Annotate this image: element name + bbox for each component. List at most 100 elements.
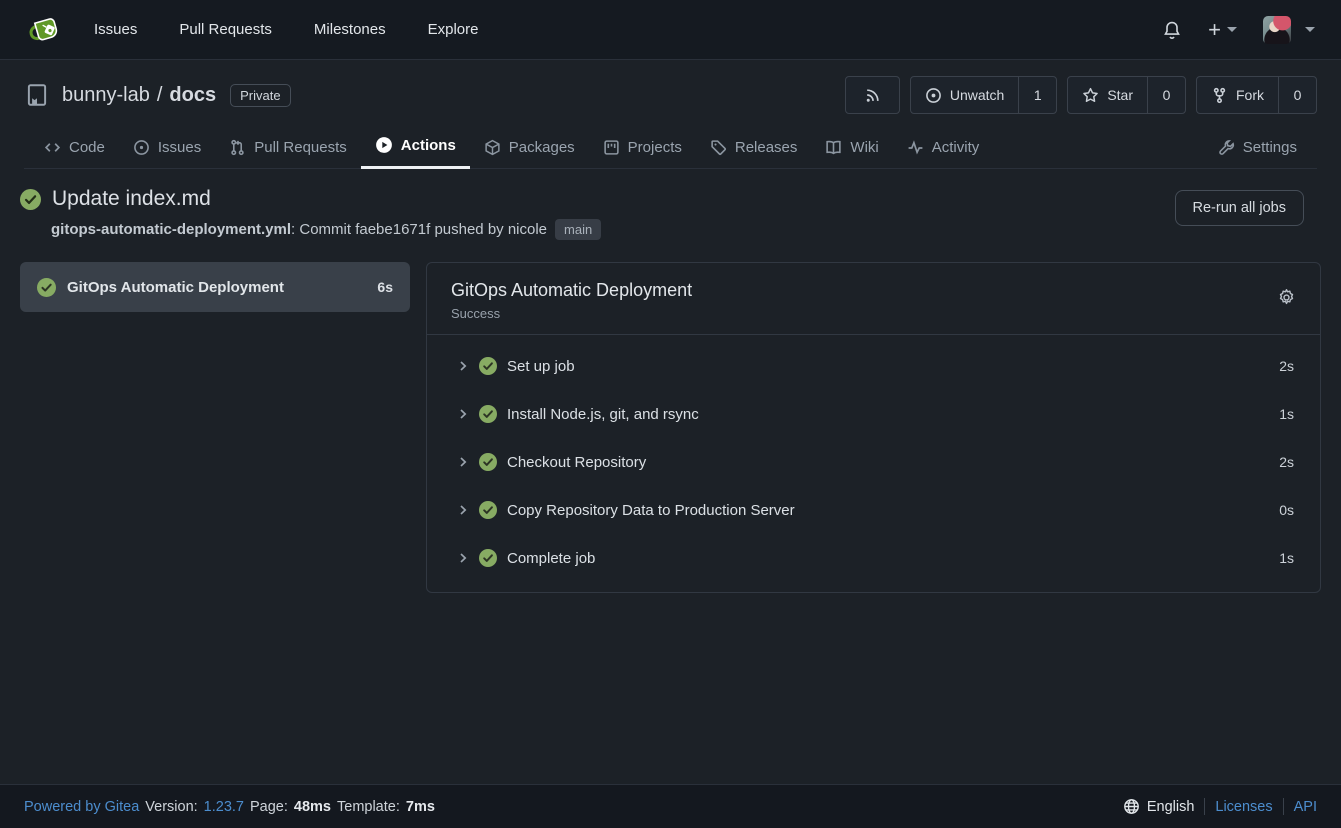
run-subtitle: gitops-automatic-deployment.yml : Commit…	[51, 219, 1321, 240]
top-navbar: Issues Pull Requests Milestones Explore …	[0, 0, 1341, 60]
version-link[interactable]: 1.23.7	[204, 799, 244, 815]
rerun-all-jobs-button[interactable]: Re-run all jobs	[1175, 190, 1305, 226]
step-success-check-icon	[479, 501, 497, 519]
watch-label: Unwatch	[950, 87, 1004, 103]
step-success-check-icon	[479, 453, 497, 471]
watch-button[interactable]: Unwatch 1	[910, 76, 1057, 114]
step-success-check-icon	[479, 405, 497, 423]
main-content: Update index.md gitops-automatic-deploym…	[0, 169, 1341, 784]
tag-icon	[710, 139, 727, 156]
fork-count[interactable]: 0	[1278, 77, 1316, 113]
plus-icon: +	[1208, 19, 1221, 41]
star-label: Star	[1107, 87, 1133, 103]
chevron-right-icon[interactable]	[457, 456, 469, 468]
breadcrumb-separator: /	[157, 84, 163, 107]
step-row[interactable]: Set up job 2s	[427, 342, 1320, 390]
step-duration: 0s	[1279, 502, 1294, 518]
fork-button[interactable]: Fork 0	[1196, 76, 1317, 114]
wrench-icon	[1218, 139, 1235, 156]
breadcrumb: bunny-lab / docs	[62, 84, 216, 107]
job-status-text: Success	[451, 306, 1296, 321]
licenses-link[interactable]: Licenses	[1215, 799, 1272, 815]
nav-link-milestones[interactable]: Milestones	[314, 21, 386, 38]
play-circle-icon	[375, 136, 393, 154]
step-name: Copy Repository Data to Production Serve…	[507, 502, 795, 519]
api-link[interactable]: API	[1294, 799, 1317, 815]
eye-icon	[925, 87, 942, 104]
language-label: English	[1147, 799, 1195, 815]
issue-opened-icon	[133, 139, 150, 156]
user-avatar[interactable]	[1263, 16, 1291, 44]
git-pull-request-icon	[229, 139, 246, 156]
tab-wiki[interactable]: Wiki	[811, 129, 892, 168]
page-time-value: 48ms	[294, 799, 331, 815]
repo-owner-link[interactable]: bunny-lab	[62, 84, 150, 107]
step-duration: 2s	[1279, 454, 1294, 470]
gitea-logo-icon[interactable]	[26, 12, 62, 48]
chevron-right-icon[interactable]	[457, 360, 469, 372]
tab-activity[interactable]: Activity	[893, 129, 994, 168]
rss-icon	[864, 87, 881, 104]
chevron-down-icon	[1305, 27, 1315, 32]
repo-name-link[interactable]: docs	[169, 84, 216, 107]
private-badge: Private	[230, 84, 290, 107]
create-new-button[interactable]: +	[1208, 19, 1237, 41]
star-icon	[1082, 87, 1099, 104]
rss-button[interactable]	[845, 76, 900, 114]
user-menu[interactable]	[1263, 16, 1315, 44]
repo-header: bunny-lab / docs Private	[0, 60, 1341, 169]
step-row[interactable]: Checkout Repository 2s	[427, 438, 1320, 486]
project-icon	[603, 139, 620, 156]
language-selector[interactable]: English	[1123, 798, 1195, 815]
book-icon	[825, 139, 842, 156]
tab-pull-requests[interactable]: Pull Requests	[215, 129, 361, 168]
tab-releases[interactable]: Releases	[696, 129, 812, 168]
tab-issues[interactable]: Issues	[119, 129, 215, 168]
step-duration: 1s	[1279, 550, 1294, 566]
chevron-right-icon[interactable]	[457, 552, 469, 564]
job-list-item[interactable]: GitOps Automatic Deployment 6s	[20, 262, 410, 312]
job-duration: 6s	[377, 279, 393, 295]
watch-count[interactable]: 1	[1018, 77, 1056, 113]
chevron-right-icon[interactable]	[457, 408, 469, 420]
template-time-label: Template:	[337, 799, 400, 815]
nav-link-issues[interactable]: Issues	[94, 21, 137, 38]
step-row[interactable]: Copy Repository Data to Production Serve…	[427, 486, 1320, 534]
step-row[interactable]: Complete job 1s	[427, 534, 1320, 582]
nav-link-pull-requests[interactable]: Pull Requests	[179, 21, 272, 38]
notifications-bell-icon[interactable]	[1162, 20, 1182, 40]
step-row[interactable]: Install Node.js, git, and rsync 1s	[427, 390, 1320, 438]
powered-by-gitea-link[interactable]: Powered by Gitea	[24, 799, 139, 815]
repo-tabs: Code Issues Pull Requests Actions Packag…	[24, 126, 1317, 169]
tab-projects[interactable]: Projects	[589, 129, 696, 168]
chevron-right-icon[interactable]	[457, 504, 469, 516]
commit-info: : Commit faebe1671f pushed by nicole	[291, 221, 547, 238]
page-footer: Powered by Gitea Version: 1.23.7 Page: 4…	[0, 784, 1341, 828]
step-success-check-icon	[479, 357, 497, 375]
star-button[interactable]: Star 0	[1067, 76, 1186, 114]
step-list: Set up job 2s Install Node.js, git, and …	[427, 335, 1320, 592]
nav-link-explore[interactable]: Explore	[428, 21, 479, 38]
code-icon	[44, 139, 61, 156]
workflow-file-name: gitops-automatic-deployment.yml	[51, 221, 291, 238]
step-duration: 2s	[1279, 358, 1294, 374]
step-name: Checkout Repository	[507, 454, 646, 471]
step-duration: 1s	[1279, 406, 1294, 422]
job-list: GitOps Automatic Deployment 6s	[20, 262, 410, 312]
star-count[interactable]: 0	[1147, 77, 1185, 113]
footer-divider	[1283, 798, 1284, 815]
page-time-label: Page:	[250, 799, 288, 815]
job-name: GitOps Automatic Deployment	[67, 279, 284, 296]
run-title: Update index.md	[52, 187, 211, 211]
step-name: Install Node.js, git, and rsync	[507, 406, 699, 423]
branch-badge[interactable]: main	[555, 219, 601, 240]
tab-actions[interactable]: Actions	[361, 126, 470, 169]
package-icon	[484, 139, 501, 156]
tab-settings[interactable]: Settings	[1204, 129, 1311, 168]
footer-divider	[1204, 798, 1205, 815]
step-name: Set up job	[507, 358, 575, 375]
tab-packages[interactable]: Packages	[470, 129, 589, 168]
tab-code[interactable]: Code	[30, 129, 119, 168]
gear-icon[interactable]	[1277, 288, 1296, 307]
workflow-run-header: Update index.md gitops-automatic-deploym…	[20, 187, 1321, 240]
